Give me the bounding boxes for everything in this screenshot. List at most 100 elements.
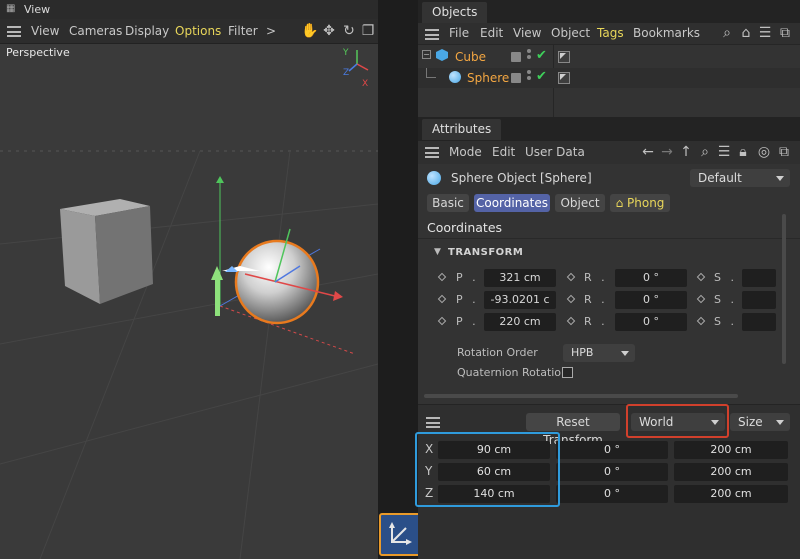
scale-x-field[interactable] — [742, 269, 776, 287]
keyframe-diamond-icon[interactable] — [437, 294, 447, 304]
enabled-check-icon[interactable]: ✔ — [536, 48, 547, 63]
horizontal-scrollbar[interactable] — [424, 394, 738, 398]
coord-hamburger-icon[interactable] — [426, 417, 440, 428]
keyframe-diamond-icon[interactable] — [566, 272, 576, 282]
rotation-h-field[interactable]: 0 ° — [615, 269, 687, 287]
position-z-field[interactable]: 220 cm — [484, 313, 556, 331]
coord-size-y-field[interactable]: 200 cm — [674, 463, 788, 481]
keyframe-diamond-icon[interactable] — [566, 316, 576, 326]
object-name-cube[interactable]: Cube — [455, 50, 486, 64]
menu-object[interactable]: Object — [551, 26, 590, 40]
tab-objects[interactable]: Objects — [422, 2, 488, 23]
sphere-icon — [427, 171, 441, 185]
menu-bookmarks[interactable]: Bookmarks — [633, 26, 700, 40]
rotation-order-label: Rotation Order — [457, 346, 538, 359]
menu-view[interactable]: View — [31, 24, 59, 38]
phong-tag-icon[interactable] — [558, 72, 570, 84]
layer-icon[interactable] — [511, 52, 521, 62]
move-view-icon[interactable]: ✥ — [320, 22, 338, 40]
menu-options[interactable]: Options — [175, 24, 221, 38]
position-x-field[interactable]: 321 cm — [484, 269, 556, 287]
enabled-check-icon[interactable]: ✔ — [536, 69, 547, 84]
viewport-tab-title: View — [24, 3, 51, 16]
phong-tag-icon[interactable] — [558, 51, 570, 63]
home-icon[interactable]: ⌂ — [737, 24, 755, 42]
search-icon[interactable]: ⌕ — [696, 143, 714, 161]
object-row-cube[interactable]: − Cube ✔ — [418, 47, 800, 67]
layer-icon[interactable] — [511, 73, 521, 83]
menu-filter[interactable]: Filter — [228, 24, 258, 38]
world-dropdown-highlight — [626, 404, 729, 438]
scale-z-field[interactable] — [742, 313, 776, 331]
target-icon[interactable]: ◎ — [755, 143, 773, 161]
menu-file[interactable]: File — [449, 26, 469, 40]
objects-menubar: File Edit View Object Tags Bookmarks ⌕ ⌂… — [418, 23, 800, 45]
3d-viewport[interactable]: Perspective Y X Z — [0, 44, 378, 559]
reset-transform-button[interactable]: Reset Transform — [526, 413, 620, 447]
chevron-down-icon[interactable]: ▼ — [434, 247, 441, 257]
tab-attributes[interactable]: Attributes — [422, 119, 502, 140]
coord-rot-z-field[interactable]: 0 ° — [556, 485, 668, 503]
tab-object[interactable]: Object — [555, 194, 605, 212]
viewport-scene: Y X Z — [0, 48, 378, 559]
keyframe-diamond-icon[interactable] — [696, 316, 706, 326]
attributes-hamburger-icon[interactable] — [425, 147, 439, 158]
vertical-scrollbar[interactable] — [782, 214, 786, 364]
object-name-sphere[interactable]: Sphere — [467, 71, 509, 85]
up-arrow-icon[interactable]: ↑ — [677, 143, 695, 161]
lock-icon[interactable]: 🔒︎ — [734, 143, 752, 161]
keyframe-diamond-icon[interactable] — [566, 294, 576, 304]
preset-dropdown[interactable]: Default — [690, 169, 790, 187]
back-arrow-icon[interactable]: ← — [639, 143, 657, 161]
keyframe-diamond-icon[interactable] — [437, 272, 447, 282]
keyframe-diamond-icon[interactable] — [696, 294, 706, 304]
coordinate-mode-dropdown[interactable]: Size — [730, 413, 790, 431]
new-window-icon[interactable]: ⧉ — [776, 24, 794, 42]
transform-group-title[interactable]: TRANSFORM — [448, 247, 523, 258]
objects-hamburger-icon[interactable] — [425, 29, 439, 40]
scale-y-field[interactable] — [742, 291, 776, 309]
object-title: Sphere Object [Sphere] — [451, 171, 592, 185]
coord-rot-y-field[interactable]: 0 ° — [556, 463, 668, 481]
object-row-sphere[interactable]: Sphere ✔ — [418, 68, 800, 88]
menu-cameras[interactable]: Cameras — [69, 24, 122, 38]
rotation-order-dropdown[interactable]: HPB — [563, 344, 635, 362]
menu-view[interactable]: View — [513, 26, 541, 40]
rotate-view-icon[interactable]: ↻ — [340, 22, 358, 40]
menu-mode[interactable]: Mode — [449, 145, 482, 159]
tab-phong[interactable]: ⌂ Phong — [610, 194, 670, 212]
rotation-b-field[interactable]: 0 ° — [615, 313, 687, 331]
rotation-p-field[interactable]: 0 ° — [615, 291, 687, 309]
collapse-toggle-icon[interactable]: − — [422, 50, 431, 59]
viewport-tab[interactable]: ▦ View — [0, 0, 378, 19]
coord-rot-x-field[interactable]: 0 ° — [556, 441, 668, 459]
maximize-view-icon[interactable]: ❐ — [359, 22, 377, 40]
filter-icon[interactable]: ☰ — [756, 24, 774, 42]
filter-icon[interactable]: ☰ — [715, 143, 733, 161]
tab-basic[interactable]: Basic — [427, 194, 469, 212]
tab-coordinates[interactable]: Coordinates — [474, 194, 550, 212]
keyframe-diamond-icon[interactable] — [437, 316, 447, 326]
menu-edit[interactable]: Edit — [492, 145, 515, 159]
keyframe-diamond-icon[interactable] — [696, 272, 706, 282]
new-window-icon[interactable]: ⧉ — [775, 143, 793, 161]
coord-size-z-field[interactable]: 200 cm — [674, 485, 788, 503]
menu-user-data[interactable]: User Data — [525, 145, 585, 159]
search-icon[interactable]: ⌕ — [718, 24, 736, 42]
transform-row-z: P . Z 220 cm R . B 0 ° S . Z — [418, 312, 800, 334]
position-y-field[interactable]: -93.0201 c — [484, 291, 556, 309]
visibility-dots-icon[interactable] — [527, 49, 533, 61]
menu-tags[interactable]: Tags — [597, 26, 624, 40]
coordinate-manager-toggle[interactable] — [379, 513, 421, 556]
coord-size-x-field[interactable]: 200 cm — [674, 441, 788, 459]
hamburger-menu-icon[interactable] — [7, 26, 21, 37]
forward-arrow-icon[interactable]: → — [658, 143, 676, 161]
pan-hand-icon[interactable]: ✋ — [301, 22, 319, 40]
menu-display[interactable]: Display — [125, 24, 169, 38]
menu-edit[interactable]: Edit — [480, 26, 503, 40]
quaternion-checkbox[interactable] — [562, 367, 573, 378]
gizmo-y-label: Y — [342, 48, 349, 58]
visibility-dots-icon[interactable] — [527, 70, 533, 82]
section-divider — [418, 238, 800, 239]
menu-more-chevron[interactable]: > — [266, 24, 276, 38]
